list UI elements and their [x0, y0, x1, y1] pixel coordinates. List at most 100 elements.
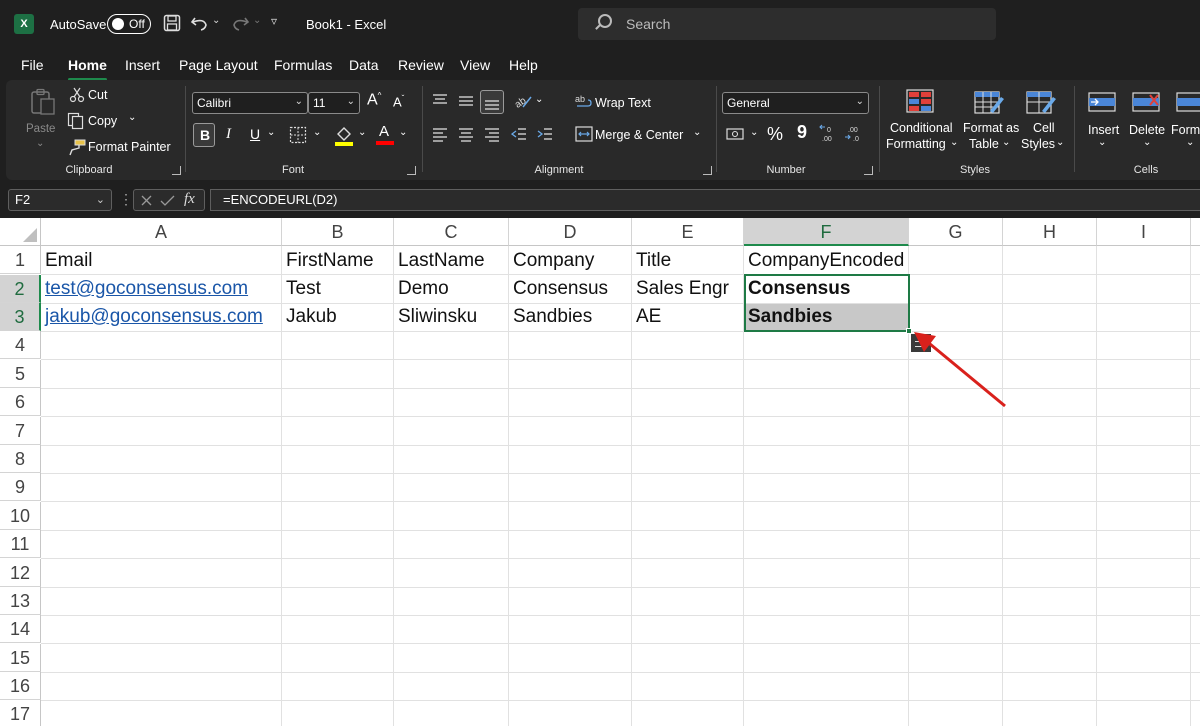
- cell-styles-line1[interactable]: Cell: [1033, 121, 1055, 135]
- bold-button[interactable]: B: [193, 123, 215, 147]
- row-header-4[interactable]: 4: [0, 331, 41, 360]
- row-header-9[interactable]: 9: [0, 473, 41, 502]
- name-box[interactable]: F2 ⌄: [8, 189, 112, 211]
- cell-b3[interactable]: Jakub: [282, 303, 337, 331]
- row-header-1[interactable]: 1: [0, 246, 41, 275]
- percent-button[interactable]: %: [767, 124, 783, 145]
- autosave-toggle[interactable]: Off: [107, 14, 151, 34]
- format-dropdown-icon[interactable]: ⌄: [1186, 137, 1194, 148]
- row-header-5[interactable]: 5: [0, 360, 41, 389]
- insert-cells-button[interactable]: Insert: [1088, 123, 1119, 137]
- redo-dropdown-icon[interactable]: ⌄: [253, 15, 261, 26]
- search-box[interactable]: Search: [578, 8, 996, 40]
- cell-a2[interactable]: test@goconsensus.com: [41, 275, 248, 303]
- cancel-formula-icon[interactable]: [140, 194, 153, 207]
- column-header-a[interactable]: A: [41, 218, 282, 246]
- cell-b2[interactable]: Test: [282, 275, 321, 303]
- cell-c2[interactable]: Demo: [394, 275, 449, 303]
- align-bottom-button[interactable]: [480, 90, 504, 114]
- align-top-icon[interactable]: [432, 92, 448, 108]
- conditional-formatting-line1[interactable]: Conditional: [890, 121, 953, 135]
- align-left-icon[interactable]: [432, 126, 448, 142]
- cell-d1[interactable]: Company: [509, 247, 594, 275]
- cell-a3[interactable]: jakub@goconsensus.com: [41, 303, 263, 331]
- orientation-icon[interactable]: ab: [513, 92, 533, 110]
- conditional-formatting-dropdown-icon[interactable]: ⌄: [950, 137, 958, 148]
- font-color-dropdown-icon[interactable]: ⌄: [399, 127, 407, 138]
- clipboard-launcher-icon[interactable]: [172, 166, 181, 175]
- row-header-8[interactable]: 8: [0, 445, 41, 474]
- row-header-10[interactable]: 10: [0, 502, 41, 531]
- customize-toolbar-icon[interactable]: ▿: [271, 14, 277, 28]
- increase-indent-icon[interactable]: [537, 126, 553, 142]
- row-header-17[interactable]: 17: [0, 700, 41, 726]
- fill-color-dropdown-icon[interactable]: ⌄: [358, 127, 366, 138]
- decrease-indent-icon[interactable]: [511, 126, 527, 142]
- save-icon[interactable]: [163, 14, 181, 32]
- cell-c1[interactable]: LastName: [394, 247, 485, 275]
- insert-function-icon[interactable]: fx: [184, 191, 195, 208]
- paste-dropdown-icon[interactable]: ⌄: [36, 138, 44, 149]
- enter-formula-icon[interactable]: [160, 194, 175, 207]
- align-middle-icon[interactable]: [458, 94, 474, 110]
- delete-cells-icon[interactable]: [1132, 89, 1162, 117]
- decrease-decimal-icon[interactable]: .00 .0: [844, 124, 866, 144]
- merge-dropdown-icon[interactable]: ⌄: [693, 127, 701, 138]
- alignment-launcher-icon[interactable]: [703, 166, 712, 175]
- accounting-format-icon[interactable]: [726, 126, 746, 142]
- copy-button[interactable]: Copy: [88, 114, 117, 128]
- align-right-icon[interactable]: [484, 126, 500, 142]
- undo-icon[interactable]: [190, 14, 210, 32]
- column-header-e[interactable]: E: [632, 218, 744, 246]
- cell-d2[interactable]: Consensus: [509, 275, 608, 303]
- delete-dropdown-icon[interactable]: ⌄: [1143, 137, 1151, 148]
- row-header-3[interactable]: 3: [0, 303, 41, 332]
- conditional-formatting-line2[interactable]: Formatting: [886, 137, 946, 151]
- tab-file[interactable]: File: [21, 57, 44, 73]
- cut-button[interactable]: Cut: [88, 88, 107, 102]
- wrap-text-icon[interactable]: ab: [575, 93, 593, 111]
- wrap-text-button[interactable]: Wrap Text: [595, 96, 651, 110]
- accounting-dropdown-icon[interactable]: ⌄: [750, 127, 758, 138]
- tab-data[interactable]: Data: [349, 57, 379, 73]
- decrease-font-icon[interactable]: Aˇ: [393, 94, 404, 109]
- copy-icon[interactable]: [67, 112, 85, 130]
- format-cells-button[interactable]: Format: [1171, 123, 1200, 137]
- column-header-d[interactable]: D: [509, 218, 632, 246]
- formula-input[interactable]: =ENCODEURL(D2): [210, 189, 1200, 211]
- row-header-7[interactable]: 7: [0, 417, 41, 446]
- tab-help[interactable]: Help: [509, 57, 538, 73]
- column-header-g[interactable]: G: [909, 218, 1003, 246]
- tab-view[interactable]: View: [460, 57, 490, 73]
- format-as-table-line2[interactable]: Table: [969, 137, 999, 151]
- borders-dropdown-icon[interactable]: ⌄: [313, 127, 321, 138]
- paste-button[interactable]: Paste: [26, 123, 55, 135]
- column-header-c[interactable]: C: [394, 218, 509, 246]
- font-size-select[interactable]: 11 ⌄: [308, 92, 360, 114]
- comma-style-button[interactable]: 9: [797, 122, 807, 143]
- cell-f1[interactable]: CompanyEncoded: [744, 247, 904, 275]
- tab-home[interactable]: Home: [68, 57, 107, 81]
- borders-icon[interactable]: [289, 126, 307, 144]
- underline-dropdown-icon[interactable]: ⌄: [267, 127, 275, 138]
- column-header-b[interactable]: B: [282, 218, 394, 246]
- cell-a1[interactable]: Email: [41, 247, 93, 275]
- formula-bar-grip-icon[interactable]: ⋮: [119, 191, 133, 208]
- row-header-16[interactable]: 16: [0, 672, 41, 701]
- number-launcher-icon[interactable]: [864, 166, 873, 175]
- insert-dropdown-icon[interactable]: ⌄: [1098, 137, 1106, 148]
- cell-styles-icon[interactable]: [1026, 89, 1056, 117]
- format-cells-icon[interactable]: [1176, 89, 1200, 117]
- cell-b1[interactable]: FirstName: [282, 247, 374, 275]
- row-header-15[interactable]: 15: [0, 644, 41, 673]
- font-launcher-icon[interactable]: [407, 166, 416, 175]
- format-as-table-line1[interactable]: Format as: [963, 121, 1019, 135]
- merge-center-icon[interactable]: [575, 126, 593, 142]
- font-name-select[interactable]: Calibri ⌄: [192, 92, 308, 114]
- cell-c3[interactable]: Sliwinsku: [394, 303, 477, 331]
- orientation-dropdown-icon[interactable]: ⌄: [535, 94, 543, 105]
- font-color-button[interactable]: A: [376, 123, 394, 147]
- cell-e2[interactable]: Sales Engr: [632, 275, 729, 303]
- tab-formulas[interactable]: Formulas: [274, 57, 332, 73]
- underline-button[interactable]: U: [250, 126, 260, 142]
